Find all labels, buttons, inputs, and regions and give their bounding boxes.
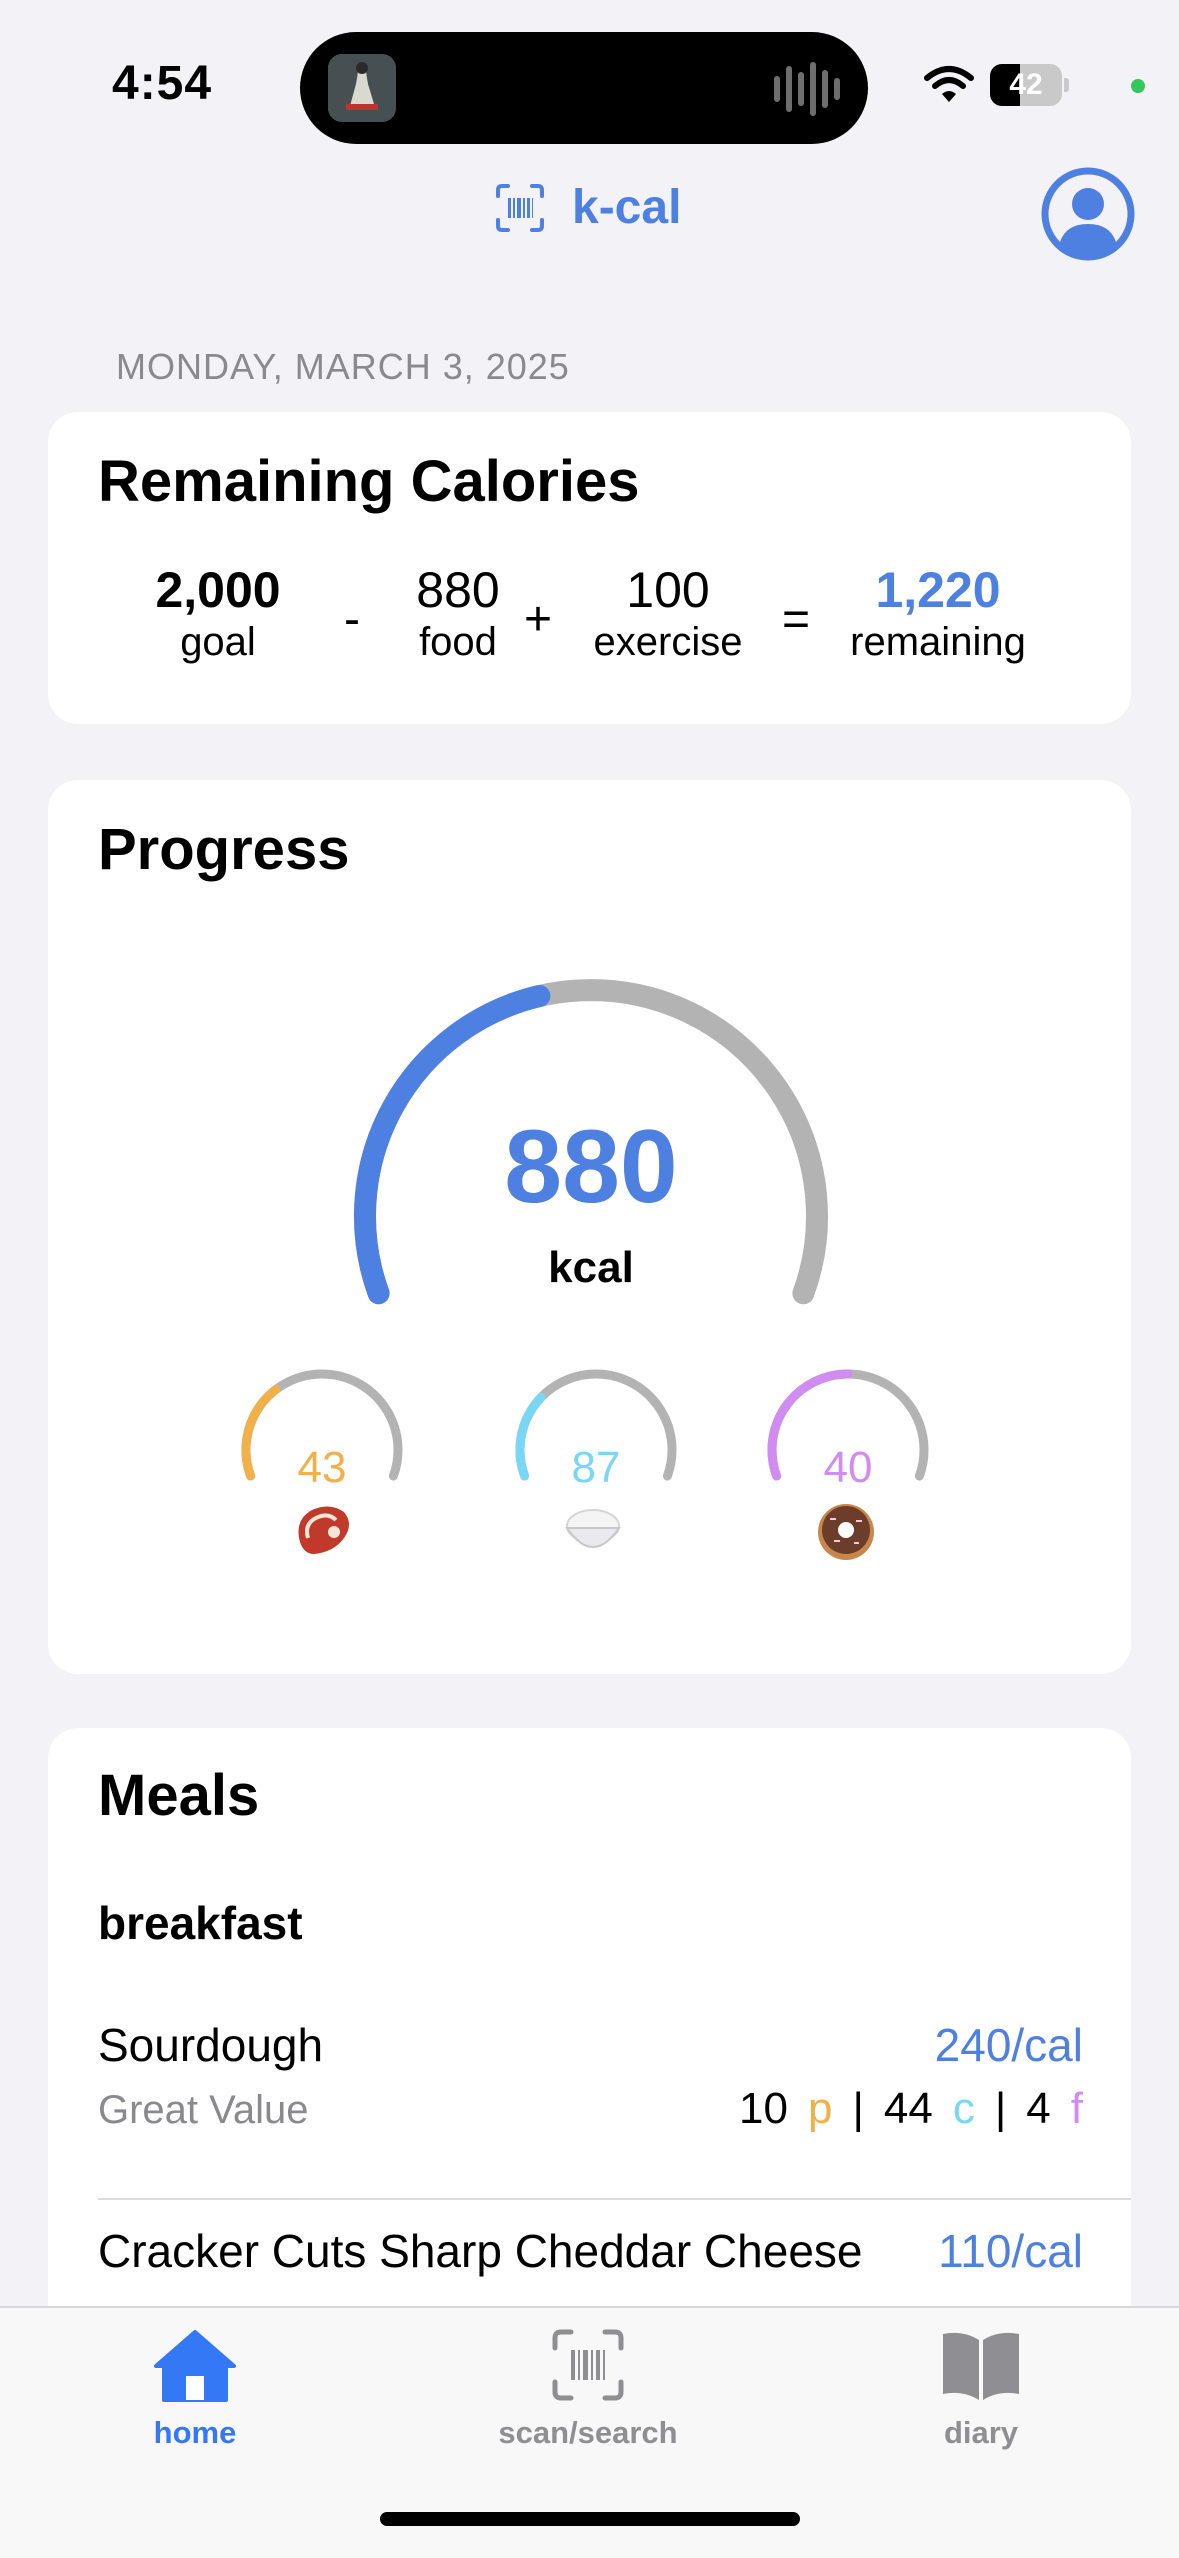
goal-block: 2,000 goal bbox=[148, 562, 288, 666]
progress-card: Progress 880 kcal 43 87 40 bbox=[48, 780, 1131, 1674]
battery-indicator: 42 bbox=[990, 64, 1070, 106]
separator: | bbox=[994, 2084, 1007, 2133]
status-time: 4:54 bbox=[112, 57, 213, 110]
calorie-gauge-unit: kcal bbox=[548, 1243, 634, 1292]
dynamic-island[interactable] bbox=[300, 32, 868, 144]
donut-icon bbox=[818, 1504, 874, 1560]
status-bar: 4:54 42 bbox=[0, 0, 1179, 150]
protein-unit: p bbox=[807, 2084, 833, 2133]
plus-operator: + bbox=[524, 593, 553, 646]
meal-item-brand: Great Value bbox=[98, 2088, 309, 2132]
steak-icon bbox=[298, 1506, 349, 1554]
fat-amount: 4 bbox=[1026, 2084, 1051, 2133]
meal-item-macros: 10 p | 44 c | 4 f bbox=[739, 2084, 1083, 2134]
equals-operator: = bbox=[782, 593, 811, 646]
remaining-value: 1,220 bbox=[875, 562, 1001, 618]
calorie-equation: 2,000 goal - 880 food + 100 exercise = 1… bbox=[48, 562, 1131, 682]
goal-label: goal bbox=[180, 620, 256, 664]
album-art-icon bbox=[328, 54, 396, 122]
app-header: k-cal bbox=[0, 180, 1179, 250]
card-title: Remaining Calories bbox=[98, 449, 640, 514]
calorie-gauge-value: 880 bbox=[504, 1109, 678, 1225]
goal-value: 2,000 bbox=[155, 562, 281, 618]
wifi-icon bbox=[924, 66, 974, 102]
progress-gauges: 880 kcal 43 87 40 bbox=[241, 979, 929, 1560]
fat-gauge: 40 bbox=[767, 1369, 929, 1492]
fat-unit: f bbox=[1070, 2084, 1083, 2133]
carbs-gauge-fill bbox=[515, 1392, 546, 1481]
remaining-label: remaining bbox=[850, 620, 1026, 664]
app-title: k-cal bbox=[572, 181, 682, 234]
meal-item[interactable]: Cracker Cuts Sharp Cheddar Cheese 110/ca… bbox=[48, 2224, 1131, 2304]
meals-card: Meals breakfast Sourdough 240/cal Great … bbox=[48, 1728, 1131, 2368]
carbs-amount: 44 bbox=[883, 2084, 933, 2133]
protein-value: 43 bbox=[298, 1443, 347, 1492]
carbs-value: 87 bbox=[572, 1443, 621, 1492]
card-title: Meals bbox=[98, 1763, 260, 1828]
food-value: 880 bbox=[416, 562, 500, 618]
tab-diary[interactable]: diary bbox=[831, 2328, 1131, 2451]
app-brand: k-cal bbox=[494, 180, 681, 235]
exercise-value: 100 bbox=[626, 562, 710, 618]
battery-percent: 42 bbox=[1009, 68, 1043, 101]
profile-icon[interactable] bbox=[1040, 166, 1136, 262]
separator: | bbox=[852, 2084, 864, 2133]
home-indicator[interactable] bbox=[380, 2512, 800, 2526]
carbs-gauge: 87 bbox=[515, 1369, 677, 1492]
barcode-scan-icon bbox=[496, 183, 544, 232]
meal-item-calories: 240/cal bbox=[934, 2019, 1083, 2071]
audio-waveform-icon bbox=[774, 62, 840, 116]
date-label: MONDAY, MARCH 3, 2025 bbox=[116, 346, 570, 387]
remaining-block: 1,220 remaining bbox=[838, 562, 1038, 666]
meal-item-name: Cracker Cuts Sharp Cheddar Cheese bbox=[98, 2225, 863, 2277]
meal-item-name: Sourdough bbox=[98, 2019, 324, 2071]
tab-scan-search[interactable]: scan/search bbox=[438, 2328, 738, 2451]
house-icon bbox=[154, 2330, 236, 2402]
tab-home[interactable]: home bbox=[45, 2328, 345, 2451]
exercise-label: exercise bbox=[593, 620, 743, 664]
divider bbox=[98, 2198, 1131, 2200]
rice-bowl-icon bbox=[565, 1509, 621, 1548]
book-icon bbox=[943, 2332, 1019, 2400]
minus-operator: - bbox=[344, 593, 360, 646]
privacy-indicator-dot bbox=[1131, 79, 1145, 93]
tab-label: diary bbox=[943, 2415, 1019, 2450]
calorie-gauge: 880 kcal bbox=[354, 979, 828, 1305]
food-block: 880 food bbox=[388, 562, 528, 666]
carbs-unit: c bbox=[952, 2084, 975, 2133]
barcode-scan-icon bbox=[552, 2329, 624, 2401]
meal-item[interactable]: Sourdough 240/cal Great Value 10 p | 44 … bbox=[48, 2018, 1131, 2188]
remaining-calories-card: Remaining Calories 2,000 goal - 880 food… bbox=[48, 412, 1131, 724]
exercise-block: 100 exercise bbox=[578, 562, 758, 666]
protein-amount: 10 bbox=[739, 2084, 788, 2133]
food-label: food bbox=[419, 620, 497, 664]
meal-item-calories: 110/cal bbox=[938, 2225, 1083, 2277]
tab-label: home bbox=[153, 2415, 237, 2450]
protein-gauge: 43 bbox=[241, 1369, 403, 1492]
tab-label: scan/search bbox=[498, 2415, 678, 2450]
protein-gauge-fill bbox=[241, 1385, 281, 1481]
meal-section-breakfast: breakfast bbox=[98, 1897, 303, 1949]
fat-value: 40 bbox=[824, 1443, 873, 1492]
